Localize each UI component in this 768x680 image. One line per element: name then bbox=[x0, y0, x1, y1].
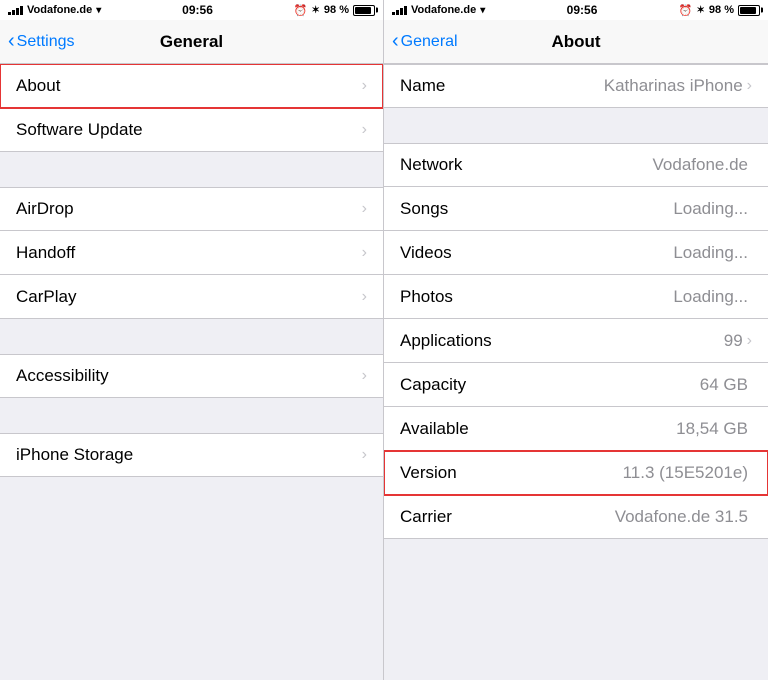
row-about-label: About bbox=[16, 76, 362, 96]
row-version-label: Version bbox=[400, 463, 623, 483]
row-applications-value: 99 bbox=[724, 331, 743, 351]
row-photos: Photos Loading... bbox=[384, 275, 768, 319]
row-iphone-storage[interactable]: iPhone Storage › bbox=[0, 433, 383, 477]
row-iphone-storage-chevron: › bbox=[362, 446, 367, 464]
row-songs-value: Loading... bbox=[673, 199, 748, 219]
row-photos-label: Photos bbox=[400, 287, 673, 307]
row-songs-label: Songs bbox=[400, 199, 673, 219]
signal-icon bbox=[8, 6, 23, 15]
row-network-value: Vodafone.de bbox=[653, 155, 748, 175]
back-label-left: Settings bbox=[17, 33, 75, 51]
row-available-value: 18,54 GB bbox=[676, 419, 748, 439]
battery-percent-right: 98 % bbox=[709, 4, 734, 16]
row-available-label: Available bbox=[400, 419, 676, 439]
row-carrier-label: Carrier bbox=[400, 507, 615, 527]
bluetooth-icon: ✶ bbox=[312, 5, 320, 16]
right-panel: Vodafone.de ▾ 09:56 ⏰ ✶ 98 % ‹ General A… bbox=[384, 0, 768, 680]
row-capacity-value: 64 GB bbox=[700, 375, 748, 395]
row-applications-label: Applications bbox=[400, 331, 724, 351]
row-software-update-label: Software Update bbox=[16, 120, 362, 140]
signal-icon-right bbox=[392, 6, 407, 15]
row-applications-chevron: › bbox=[747, 332, 752, 350]
carrier-left: Vodafone.de bbox=[27, 4, 92, 16]
alarm-icon: ⏰ bbox=[294, 4, 308, 17]
row-software-update-chevron: › bbox=[362, 121, 367, 139]
row-videos-label: Videos bbox=[400, 243, 673, 263]
row-videos: Videos Loading... bbox=[384, 231, 768, 275]
nav-title-right: About bbox=[551, 32, 600, 52]
battery-percent-left: 98 % bbox=[324, 4, 349, 16]
row-accessibility-label: Accessibility bbox=[16, 366, 362, 386]
back-button-left[interactable]: ‹ Settings bbox=[8, 31, 74, 53]
alarm-icon-right: ⏰ bbox=[679, 4, 693, 17]
battery-icon-right bbox=[738, 5, 760, 16]
carrier-right: Vodafone.de bbox=[411, 4, 476, 16]
nav-bar-left: ‹ Settings General bbox=[0, 20, 383, 64]
row-photos-value: Loading... bbox=[673, 287, 748, 307]
time-right: 09:56 bbox=[567, 3, 598, 17]
row-name-value: Katharinas iPhone bbox=[604, 76, 743, 96]
back-chevron-right: ‹ bbox=[392, 30, 399, 53]
row-name-chevron: › bbox=[747, 77, 752, 95]
section-gap-1 bbox=[0, 152, 383, 187]
row-software-update[interactable]: Software Update › bbox=[0, 108, 383, 152]
row-airdrop-label: AirDrop bbox=[16, 199, 362, 219]
row-carplay-label: CarPlay bbox=[16, 287, 362, 307]
row-videos-value: Loading... bbox=[673, 243, 748, 263]
row-capacity: Capacity 64 GB bbox=[384, 363, 768, 407]
row-about[interactable]: About › bbox=[0, 64, 383, 108]
back-chevron-left: ‹ bbox=[8, 30, 15, 53]
row-network-label: Network bbox=[400, 155, 653, 175]
row-carplay-chevron: › bbox=[362, 288, 367, 306]
section-gap-r1 bbox=[384, 108, 768, 143]
row-accessibility-chevron: › bbox=[362, 367, 367, 385]
status-bar-left: Vodafone.de ▾ 09:56 ⏰ ✶ 98 % bbox=[0, 0, 383, 20]
row-available: Available 18,54 GB bbox=[384, 407, 768, 451]
row-name-label: Name bbox=[400, 76, 604, 96]
row-airdrop-chevron: › bbox=[362, 200, 367, 218]
row-airdrop[interactable]: AirDrop › bbox=[0, 187, 383, 231]
wifi-icon-right: ▾ bbox=[480, 5, 485, 16]
left-content: About › Software Update › AirDrop › Hand… bbox=[0, 64, 383, 680]
wifi-icon: ▾ bbox=[96, 5, 101, 16]
row-capacity-label: Capacity bbox=[400, 375, 700, 395]
row-carplay[interactable]: CarPlay › bbox=[0, 275, 383, 319]
status-bar-right: Vodafone.de ▾ 09:56 ⏰ ✶ 98 % bbox=[384, 0, 768, 20]
row-carrier: Carrier Vodafone.de 31.5 bbox=[384, 495, 768, 539]
back-label-right: General bbox=[401, 33, 458, 51]
row-iphone-storage-label: iPhone Storage bbox=[16, 445, 362, 465]
nav-bar-right: ‹ General About bbox=[384, 20, 768, 64]
nav-title-left: General bbox=[160, 32, 223, 52]
row-handoff-chevron: › bbox=[362, 244, 367, 262]
row-accessibility[interactable]: Accessibility › bbox=[0, 354, 383, 398]
back-button-right[interactable]: ‹ General bbox=[392, 31, 458, 53]
battery-icon-left bbox=[353, 5, 375, 16]
bluetooth-icon-right: ✶ bbox=[697, 5, 705, 16]
row-songs: Songs Loading... bbox=[384, 187, 768, 231]
left-panel: Vodafone.de ▾ 09:56 ⏰ ✶ 98 % ‹ Settings … bbox=[0, 0, 384, 680]
row-version-value: 11.3 (15E5201e) bbox=[623, 463, 748, 483]
row-carrier-value: Vodafone.de 31.5 bbox=[615, 507, 748, 527]
row-applications[interactable]: Applications 99 › bbox=[384, 319, 768, 363]
row-version: Version 11.3 (15E5201e) bbox=[384, 451, 768, 495]
time-left: 09:56 bbox=[182, 3, 213, 17]
row-handoff[interactable]: Handoff › bbox=[0, 231, 383, 275]
row-handoff-label: Handoff bbox=[16, 243, 362, 263]
section-gap-2 bbox=[0, 319, 383, 354]
section-gap-3 bbox=[0, 398, 383, 433]
row-name[interactable]: Name Katharinas iPhone › bbox=[384, 64, 768, 108]
right-content: Name Katharinas iPhone › Network Vodafon… bbox=[384, 64, 768, 680]
row-about-chevron: › bbox=[362, 77, 367, 95]
row-network: Network Vodafone.de bbox=[384, 143, 768, 187]
